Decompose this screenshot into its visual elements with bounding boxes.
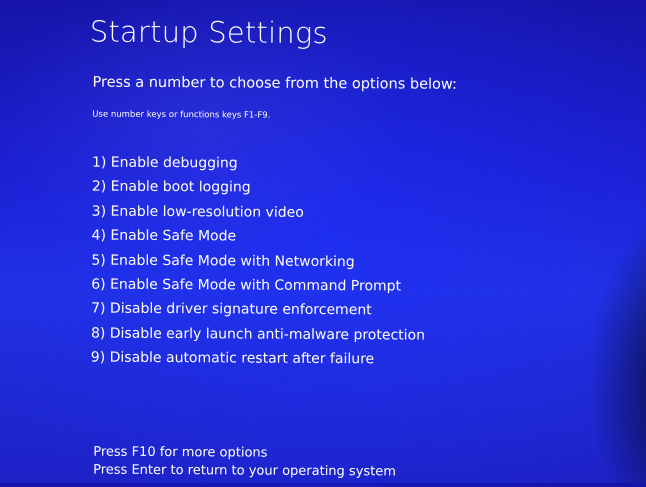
page-title: Startup Settings xyxy=(89,14,328,51)
option-disable-driver-signature[interactable]: 7) Disable driver signature enforcement xyxy=(91,297,425,323)
footer-options: Press F10 for more options Press Enter t… xyxy=(93,443,396,483)
instructions-text: Press a number to choose from the option… xyxy=(92,74,457,93)
option-enable-boot-logging[interactable]: 2) Enable boot logging xyxy=(92,175,426,201)
option-safe-mode-command-prompt[interactable]: 6) Enable Safe Mode with Command Prompt xyxy=(91,273,425,299)
startup-settings-screen: Startup Settings Press a number to choos… xyxy=(0,0,646,487)
option-safe-mode-networking[interactable]: 5) Enable Safe Mode with Networking xyxy=(91,248,425,274)
option-enable-low-resolution-video[interactable]: 3) Enable low-resolution video xyxy=(92,199,426,225)
key-hint-text: Use number keys or functions keys F1-F9. xyxy=(92,109,271,121)
option-disable-auto-restart[interactable]: 9) Disable automatic restart after failu… xyxy=(91,346,425,372)
option-enable-debugging[interactable]: 1) Enable debugging xyxy=(92,151,426,177)
startup-options-list: 1) Enable debugging 2) Enable boot loggi… xyxy=(91,151,426,373)
return-to-os-hint[interactable]: Press Enter to return to your operating … xyxy=(93,461,396,483)
option-enable-safe-mode[interactable]: 4) Enable Safe Mode xyxy=(91,224,425,250)
option-disable-early-launch-antimalware[interactable]: 8) Disable early launch anti-malware pro… xyxy=(91,321,425,347)
